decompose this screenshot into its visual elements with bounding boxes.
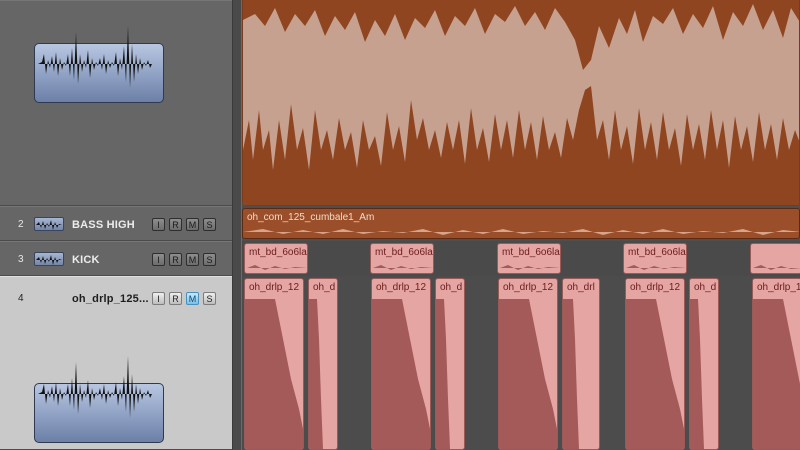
audio-region-large[interactable] — [242, 0, 800, 206]
audio-region-kick[interactable]: mt_bd_6o6la — [370, 243, 434, 274]
audio-region-overhead[interactable]: oh_drl — [562, 278, 600, 450]
waveform-icon — [34, 26, 164, 103]
audio-region-bass-high[interactable]: oh_com_125_cumbale1_Am — [242, 208, 800, 239]
waveform-display — [243, 229, 799, 235]
region-name: oh_drlp_12 — [376, 282, 427, 293]
region-name: oh_d — [694, 282, 717, 293]
track-buttons: I R M S — [152, 253, 216, 266]
audio-region-overhead[interactable]: oh_drlp_12 — [752, 278, 800, 450]
track-number: 3 — [18, 254, 24, 265]
input-monitor-button[interactable]: I — [152, 253, 165, 266]
track-number: 2 — [18, 219, 24, 230]
track-name: KICK — [72, 254, 100, 266]
track-buttons: I R M S — [152, 292, 216, 305]
mute-button[interactable]: M — [186, 292, 199, 305]
audio-region-kick[interactable]: mt_bd_6o6la — [623, 243, 687, 274]
audio-region-overhead[interactable]: oh_drlp_12 — [498, 278, 558, 450]
track-header-column: 2 BASS HIGH I R M S 3 KICK I R M S 4 oh_… — [0, 0, 232, 450]
track-number: 4 — [18, 293, 24, 304]
record-enable-button[interactable]: R — [169, 218, 182, 231]
audio-region-overhead[interactable]: oh_d — [308, 278, 338, 450]
waveform-icon — [34, 217, 64, 231]
track-buttons: I R M S — [152, 218, 216, 231]
audio-region-kick[interactable]: mt_bd_6o6la — [244, 243, 308, 274]
track-name: oh_drlp_125... — [72, 293, 149, 305]
solo-button[interactable]: S — [203, 218, 216, 231]
record-enable-button[interactable]: R — [169, 292, 182, 305]
region-name: oh_d — [440, 282, 463, 293]
region-name: oh_drlp_12 — [249, 282, 300, 293]
audio-region-overhead[interactable]: oh_drlp_12 — [371, 278, 431, 450]
audio-region-kick[interactable] — [750, 243, 800, 274]
track-header-overhead[interactable]: 4 oh_drlp_125... I R M S — [0, 276, 232, 450]
region-name: oh_drl — [567, 282, 595, 293]
input-monitor-button[interactable]: I — [152, 292, 165, 305]
solo-button[interactable]: S — [203, 253, 216, 266]
solo-button[interactable]: S — [203, 292, 216, 305]
region-name: mt_bd_6o6la — [502, 247, 560, 258]
region-name: oh_com_125_cumbale1_Am — [247, 212, 375, 223]
mute-button[interactable]: M — [186, 253, 199, 266]
region-name: mt_bd_6o6la — [249, 247, 307, 258]
waveform-icon — [34, 252, 64, 266]
region-name: oh_drlp_12 — [757, 282, 800, 293]
track-header-1[interactable] — [0, 0, 232, 206]
audio-region-kick[interactable]: mt_bd_6o6la — [497, 243, 561, 274]
mute-button[interactable]: M — [186, 218, 199, 231]
region-name: mt_bd_6o6la — [628, 247, 686, 258]
audio-region-overhead[interactable]: oh_drlp_12 — [625, 278, 685, 450]
logic-arrange-window: 2 BASS HIGH I R M S 3 KICK I R M S 4 oh_… — [0, 0, 800, 450]
audio-region-overhead[interactable]: oh_d — [435, 278, 465, 450]
record-enable-button[interactable]: R — [169, 253, 182, 266]
audio-region-overhead[interactable]: oh_drlp_12 — [244, 278, 304, 450]
track-header-bass-high[interactable]: 2 BASS HIGH I R M S — [0, 206, 232, 241]
region-name: oh_d — [313, 282, 336, 293]
waveform-icon — [34, 356, 164, 443]
input-monitor-button[interactable]: I — [152, 218, 165, 231]
region-name: oh_drlp_12 — [503, 282, 554, 293]
region-name: oh_drlp_12 — [630, 282, 681, 293]
arrange-area[interactable]: oh_com_125_cumbale1_Am mt_bd_6o6la mt_bd… — [242, 0, 800, 450]
waveform-display — [243, 0, 799, 205]
region-name: mt_bd_6o6la — [375, 247, 433, 258]
header-splitter[interactable] — [232, 0, 242, 450]
track-name: BASS HIGH — [72, 219, 135, 231]
track-header-kick[interactable]: 3 KICK I R M S — [0, 241, 232, 276]
audio-region-overhead[interactable]: oh_d — [689, 278, 719, 450]
